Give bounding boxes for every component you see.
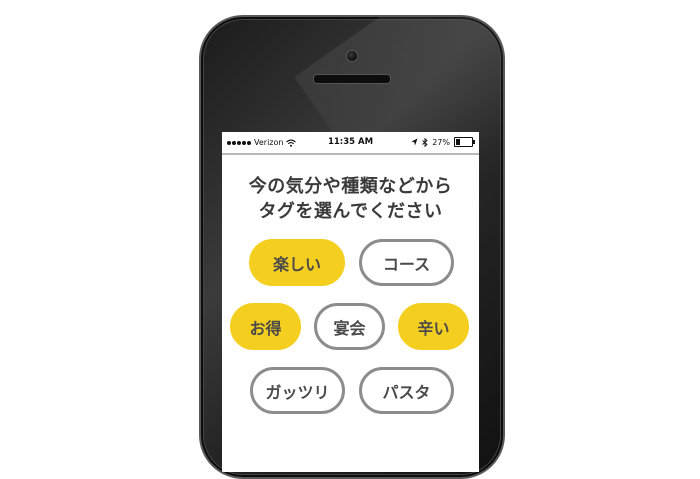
tag-label: 楽しい bbox=[272, 254, 321, 274]
tag-button-karai[interactable]: 辛い bbox=[398, 303, 469, 350]
status-right: 27% bbox=[411, 137, 475, 147]
bluetooth-icon bbox=[422, 137, 428, 147]
tag-button-gattsuri[interactable]: ガッツリ bbox=[250, 367, 345, 414]
tag-button-course[interactable]: コース bbox=[359, 239, 454, 286]
battery-percent: 27% bbox=[432, 137, 450, 147]
phone-screen: Verizon 11:35 AM 27% 今の気分や種類などから タグを選んでく… bbox=[222, 132, 479, 472]
instruction-line-2: タグを選んでください bbox=[258, 201, 443, 222]
tag-button-pasta[interactable]: パスタ bbox=[359, 367, 454, 414]
battery-icon bbox=[454, 137, 475, 147]
front-camera bbox=[346, 50, 358, 62]
earpiece-speaker bbox=[313, 74, 391, 84]
phone-frame: Verizon 11:35 AM 27% 今の気分や種類などから タグを選んでく… bbox=[199, 15, 505, 479]
tag-button-enkai[interactable]: 宴会 bbox=[314, 303, 385, 350]
tag-label: ガッツリ bbox=[265, 382, 330, 402]
tag-label: お得 bbox=[249, 318, 282, 338]
instruction-text: 今の気分や種類などから タグを選んでください bbox=[222, 174, 479, 224]
tag-label: 宴会 bbox=[333, 318, 366, 338]
location-arrow-icon bbox=[411, 138, 418, 146]
tag-label: 辛い bbox=[417, 318, 450, 338]
instruction-line-1: 今の気分や種類などから bbox=[248, 176, 453, 197]
status-bar: Verizon 11:35 AM 27% bbox=[222, 132, 479, 155]
tag-label: コース bbox=[382, 254, 431, 274]
battery-fill bbox=[456, 139, 461, 145]
tag-button-otoku[interactable]: お得 bbox=[230, 303, 301, 350]
tag-button-tanoshii[interactable]: 楽しい bbox=[249, 239, 345, 286]
tag-label: パスタ bbox=[382, 382, 431, 402]
